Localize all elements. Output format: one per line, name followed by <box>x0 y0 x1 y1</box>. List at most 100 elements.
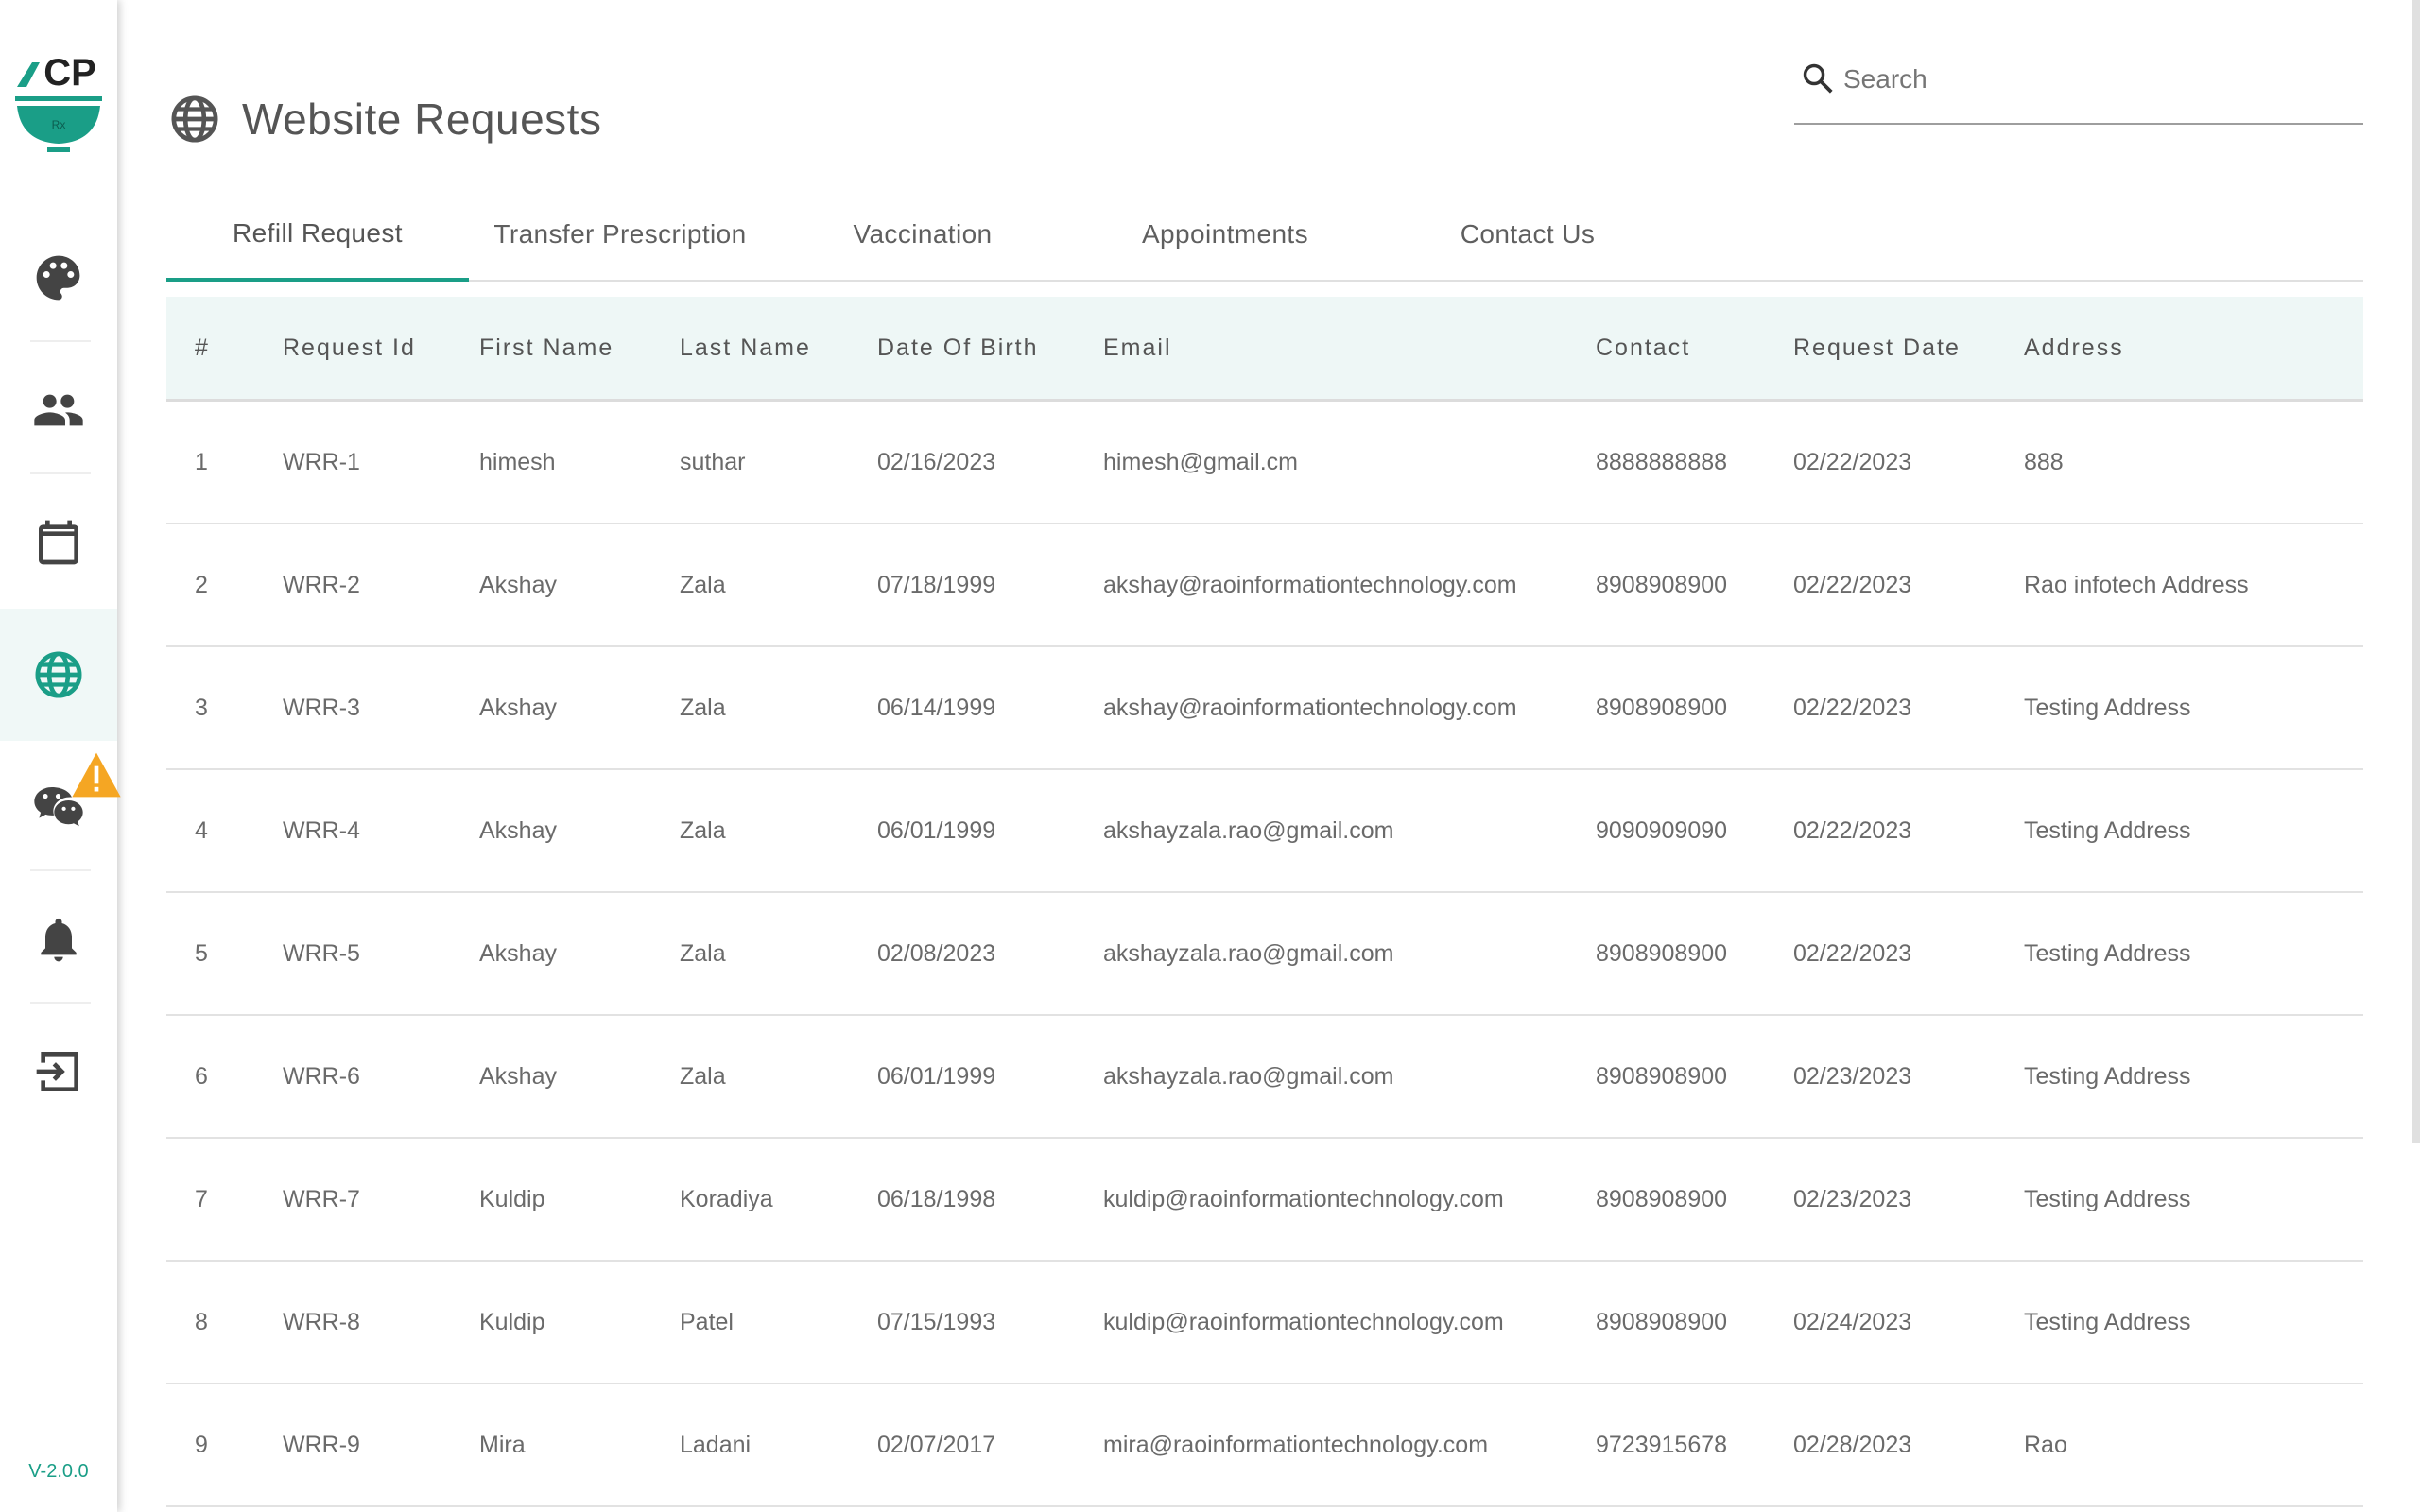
table-row[interactable]: 1 WRR-1 himesh suthar 02/16/2023 himesh@… <box>166 402 2363 524</box>
warning-icon <box>72 752 121 798</box>
cell-request-date: 02/22/2023 <box>1793 695 1912 721</box>
tab-refill-request[interactable]: Refill Request <box>166 189 469 282</box>
svg-text:Rx: Rx <box>52 118 66 131</box>
cell-last-name: Zala <box>680 817 726 844</box>
cell-request-id: WRR-5 <box>283 940 360 967</box>
cell-index: 9 <box>195 1432 208 1458</box>
cell-index: 7 <box>195 1186 208 1212</box>
cell-request-date: 02/22/2023 <box>1793 940 1912 967</box>
cell-index: 4 <box>195 817 208 844</box>
cell-first-name: Akshay <box>479 572 557 598</box>
cell-request-id: WRR-4 <box>283 817 360 844</box>
cell-address: Testing Address <box>2024 695 2191 721</box>
cell-first-name: Akshay <box>479 817 557 844</box>
requests-table: # Request Id First Name Last Name Date O… <box>166 297 2363 1507</box>
column-header-request-id[interactable]: Request Id <box>283 297 416 399</box>
cell-index: 8 <box>195 1309 208 1335</box>
tab-appointments[interactable]: Appointments <box>1074 189 1376 280</box>
app-version: V-2.0.0 <box>28 1461 89 1482</box>
cell-request-id: WRR-6 <box>283 1063 360 1090</box>
search-icon[interactable] <box>1800 60 1836 96</box>
cell-request-id: WRR-3 <box>283 695 360 721</box>
column-header-index[interactable]: # <box>195 297 210 399</box>
cell-contact: 8908908900 <box>1596 572 1728 598</box>
column-header-email[interactable]: Email <box>1103 297 1172 399</box>
cell-request-id: WRR-7 <box>283 1186 360 1212</box>
svg-text:CP: CP <box>43 52 96 94</box>
cell-address: Testing Address <box>2024 940 2191 967</box>
cell-request-id: WRR-2 <box>283 572 360 598</box>
cell-email: akshayzala.rao@gmail.com <box>1103 1063 1394 1090</box>
sidebar-divider <box>30 1002 91 1004</box>
vertical-scrollbar[interactable] <box>2412 0 2420 1143</box>
tab-transfer-prescription[interactable]: Transfer Prescription <box>469 189 771 280</box>
tab-vaccination[interactable]: Vaccination <box>771 189 1074 280</box>
calendar-icon <box>39 520 78 565</box>
column-header-contact[interactable]: Contact <box>1596 297 1690 399</box>
cell-contact: 8908908900 <box>1596 1186 1728 1212</box>
cell-email: akshayzala.rao@gmail.com <box>1103 940 1394 967</box>
column-header-date-of-birth[interactable]: Date Of Birth <box>877 297 1039 399</box>
column-header-address[interactable]: Address <box>2024 297 2124 399</box>
logout-icon <box>36 1052 78 1091</box>
column-header-last-name[interactable]: Last Name <box>680 297 811 399</box>
table-row[interactable]: 5 WRR-5 Akshay Zala 02/08/2023 akshayzal… <box>166 893 2363 1016</box>
cell-address: Testing Address <box>2024 817 2191 844</box>
cell-email: himesh@gmail.cm <box>1103 449 1298 475</box>
sidebar-item-notifications[interactable] <box>0 873 117 1005</box>
cell-contact: 9090909090 <box>1596 817 1728 844</box>
table-row[interactable]: 9 WRR-9 Mira Ladani 02/07/2017 mira@raoi… <box>166 1384 2363 1507</box>
cell-first-name: Akshay <box>479 1063 557 1090</box>
cell-first-name: Mira <box>479 1432 526 1458</box>
table-row[interactable]: 7 WRR-7 Kuldip Koradiya 06/18/1998 kuldi… <box>166 1139 2363 1262</box>
globe-icon <box>171 95 218 143</box>
cell-last-name: Zala <box>680 940 726 967</box>
cell-email: mira@raoinformationtechnology.com <box>1103 1432 1489 1458</box>
table-row[interactable]: 4 WRR-4 Akshay Zala 06/01/1999 akshayzal… <box>166 770 2363 893</box>
column-header-request-date[interactable]: Request Date <box>1793 297 1961 399</box>
table-row[interactable]: 8 WRR-8 Kuldip Patel 07/15/1993 kuldip@r… <box>166 1262 2363 1384</box>
table-row[interactable]: 3 WRR-3 Akshay Zala 06/14/1999 akshay@ra… <box>166 647 2363 770</box>
sidebar-item-website-requests[interactable] <box>0 609 117 741</box>
cell-request-date: 02/23/2023 <box>1793 1063 1912 1090</box>
sidebar-item-dashboard[interactable] <box>0 212 117 344</box>
search-input[interactable] <box>1841 57 2356 102</box>
sidebar-divider <box>30 472 91 474</box>
sidebar-item-calendar[interactable] <box>0 476 117 609</box>
cell-address: Testing Address <box>2024 1309 2191 1335</box>
cell-request-date: 02/24/2023 <box>1793 1309 1912 1335</box>
cell-last-name: suthar <box>680 449 746 475</box>
cell-address: Rao infotech Address <box>2024 572 2249 598</box>
cell-email: akshay@raoinformationtechnology.com <box>1103 695 1517 721</box>
sidebar-item-users[interactable] <box>0 344 117 476</box>
sidebar-divider <box>30 869 91 871</box>
cell-date-of-birth: 02/08/2023 <box>877 940 996 967</box>
cell-date-of-birth: 06/01/1999 <box>877 1063 996 1090</box>
sidebar-item-logout[interactable] <box>0 1005 117 1138</box>
sidebar-item-chat[interactable] <box>0 741 121 873</box>
cell-address: Testing Address <box>2024 1063 2191 1090</box>
column-header-first-name[interactable]: First Name <box>479 297 614 399</box>
cell-first-name: himesh <box>479 449 556 475</box>
request-tabs: Refill Request Transfer Prescription Vac… <box>166 189 2363 282</box>
cell-date-of-birth: 02/16/2023 <box>877 449 996 475</box>
cell-contact: 9723915678 <box>1596 1432 1728 1458</box>
cell-request-id: WRR-9 <box>283 1432 360 1458</box>
table-row[interactable]: 2 WRR-2 Akshay Zala 07/18/1999 akshay@ra… <box>166 524 2363 647</box>
cell-date-of-birth: 06/14/1999 <box>877 695 996 721</box>
cell-contact: 8908908900 <box>1596 1309 1728 1335</box>
cell-index: 2 <box>195 572 208 598</box>
tab-contact-us[interactable]: Contact Us <box>1376 189 1679 280</box>
cell-first-name: Kuldip <box>479 1186 545 1212</box>
app-logo[interactable]: CP Rx <box>11 49 106 159</box>
cell-contact: 8888888888 <box>1596 449 1728 475</box>
cell-address: Rao <box>2024 1432 2067 1458</box>
cell-request-id: WRR-8 <box>283 1309 360 1335</box>
cell-last-name: Zala <box>680 695 726 721</box>
cell-date-of-birth: 06/01/1999 <box>877 817 996 844</box>
cell-last-name: Ladani <box>680 1432 752 1458</box>
cell-contact: 8908908900 <box>1596 940 1728 967</box>
table-row[interactable]: 6 WRR-6 Akshay Zala 06/01/1999 akshayzal… <box>166 1016 2363 1139</box>
cell-date-of-birth: 07/15/1993 <box>877 1309 996 1335</box>
cell-request-date: 02/28/2023 <box>1793 1432 1912 1458</box>
